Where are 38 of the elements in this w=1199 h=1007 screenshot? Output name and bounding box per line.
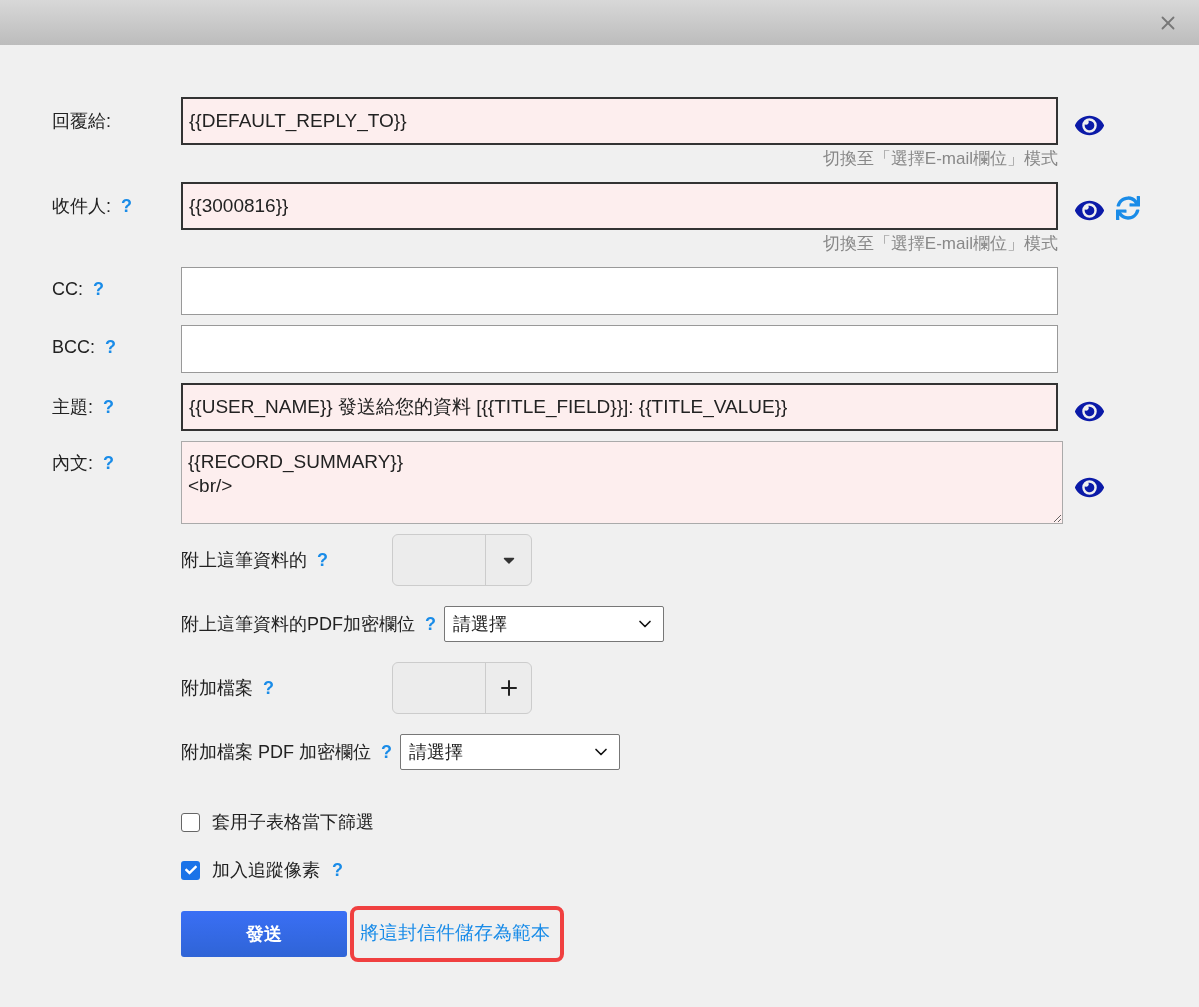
- mode-switch-hint: 切換至「選擇E-mail欄位」模式: [822, 148, 1058, 170]
- help-icon[interactable]: ?: [93, 279, 104, 300]
- input-field[interactable]: [181, 325, 1058, 373]
- help-icon[interactable]: ?: [332, 859, 343, 881]
- attachment-label: 附上這筆資料的: [181, 549, 307, 572]
- checkbox-label: 套用子表格當下篩選: [212, 811, 374, 834]
- field-label: 內文:: [52, 452, 93, 475]
- help-icon[interactable]: ?: [103, 452, 114, 474]
- help-icon[interactable]: ?: [121, 195, 132, 217]
- input-field[interactable]: [181, 267, 1058, 315]
- help-icon[interactable]: ?: [381, 741, 392, 763]
- attachment-label: 附上這筆資料的PDF加密欄位: [181, 613, 415, 636]
- input-field[interactable]: {{DEFAULT_REPLY_TO}}: [181, 97, 1058, 145]
- attachment-label: 附加檔案 PDF 加密欄位: [181, 741, 371, 764]
- body-field[interactable]: {{RECORD_SUMMARY}} <br/>: [181, 441, 1063, 524]
- field-label: BCC:: [52, 337, 95, 358]
- help-icon[interactable]: ?: [425, 613, 436, 635]
- attachment-label: 附加檔案: [181, 677, 253, 700]
- field-label: 回覆給:: [52, 110, 111, 133]
- checkbox[interactable]: [181, 860, 200, 880]
- input-field[interactable]: {{3000816}}: [181, 182, 1058, 230]
- field-label: 收件人:: [52, 195, 111, 218]
- field-label: 主題:: [52, 396, 93, 419]
- input-field[interactable]: {{USER_NAME}} 發送給您的資料 [{{TITLE_FIELD}}]: {{TITLE_VALUE}}: [181, 383, 1058, 431]
- check-icon: [184, 864, 197, 876]
- refresh-icon[interactable]: [1116, 196, 1140, 220]
- select-dropdown[interactable]: 請選擇: [444, 606, 664, 642]
- help-icon[interactable]: ?: [105, 337, 116, 358]
- field-label: CC:: [52, 279, 83, 300]
- mode-switch-hint: 切換至「選擇E-mail欄位」模式: [822, 233, 1058, 255]
- help-icon[interactable]: ?: [263, 677, 274, 699]
- send-button[interactable]: 發送: [181, 911, 347, 957]
- save-template-link[interactable]: 將這封信件儲存為範本: [350, 906, 564, 962]
- help-icon[interactable]: ?: [103, 396, 114, 418]
- select-dropdown[interactable]: 請選擇: [400, 734, 620, 770]
- checkbox[interactable]: [181, 812, 200, 832]
- checkbox-label: 加入追蹤像素: [212, 859, 320, 882]
- help-icon[interactable]: ?: [317, 549, 328, 571]
